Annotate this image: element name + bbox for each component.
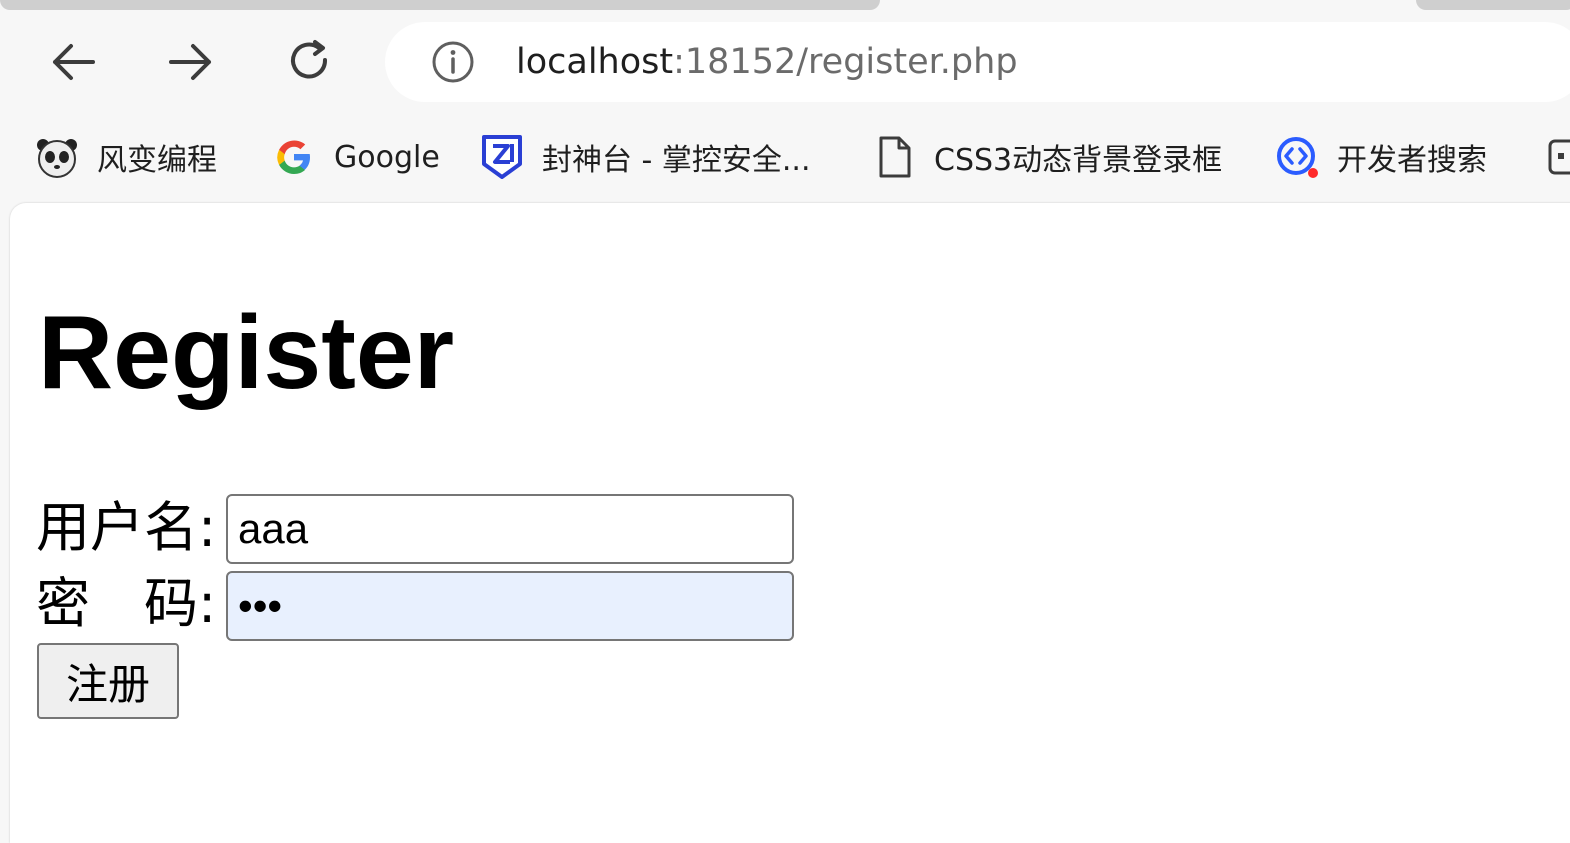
bookmark-item[interactable]: 风变编程 <box>35 132 217 182</box>
document-icon <box>872 135 916 179</box>
password-input[interactable] <box>226 571 794 641</box>
bookmark-item[interactable] <box>1544 132 1570 182</box>
reload-button[interactable] <box>279 34 339 90</box>
url-path: :18152/register.php <box>673 42 1018 82</box>
reload-icon <box>291 40 328 79</box>
forward-button[interactable] <box>161 34 221 90</box>
bookmark-label: CSS3动态背景登录框 <box>934 143 1223 178</box>
back-button[interactable] <box>43 34 103 90</box>
panda-icon <box>35 135 79 179</box>
bookmark-label: 开发者搜索 <box>1337 143 1487 178</box>
bookmark-item[interactable]: 开发者搜索 <box>1275 132 1487 182</box>
dev-search-icon <box>1275 135 1319 179</box>
bookmark-label: 封神台 - 掌控安全... <box>542 143 811 178</box>
shield-logo-icon <box>480 135 524 179</box>
bookmark-label: Google <box>334 139 440 175</box>
bookmarks-bar: 风变编程 Google 封神台 - 掌控安全... CSS3动态背景登录框 开发… <box>0 112 1570 200</box>
page-viewport: Register 用户名: 密 码: 注册 <box>10 203 1570 843</box>
register-button[interactable]: 注册 <box>37 643 179 719</box>
address-bar[interactable]: localhost:18152/register.php <box>385 22 1570 102</box>
username-label: 用户名: <box>36 496 217 559</box>
bookmark-item[interactable]: 封神台 - 掌控安全... <box>480 132 811 182</box>
url-host: localhost <box>516 42 674 82</box>
password-label: 密 码: <box>36 572 217 635</box>
username-input[interactable] <box>226 494 794 564</box>
bookmark-item[interactable]: CSS3动态背景登录框 <box>872 132 1222 182</box>
bookmark-item[interactable]: Google <box>272 132 440 182</box>
bookmark-folder-icon <box>1544 135 1570 179</box>
tab[interactable] <box>0 0 880 10</box>
tab[interactable] <box>1416 0 1570 10</box>
site-info-icon[interactable] <box>431 40 475 84</box>
bookmark-label: 风变编程 <box>97 143 217 178</box>
forward-arrow-icon <box>169 44 211 80</box>
back-arrow-icon <box>53 44 95 80</box>
page-title: Register <box>38 295 455 411</box>
tab-strip <box>0 0 1570 14</box>
browser-toolbar: localhost:18152/register.php <box>0 14 1570 110</box>
url-text: localhost:18152/register.php <box>516 40 1018 84</box>
google-icon <box>272 135 316 179</box>
